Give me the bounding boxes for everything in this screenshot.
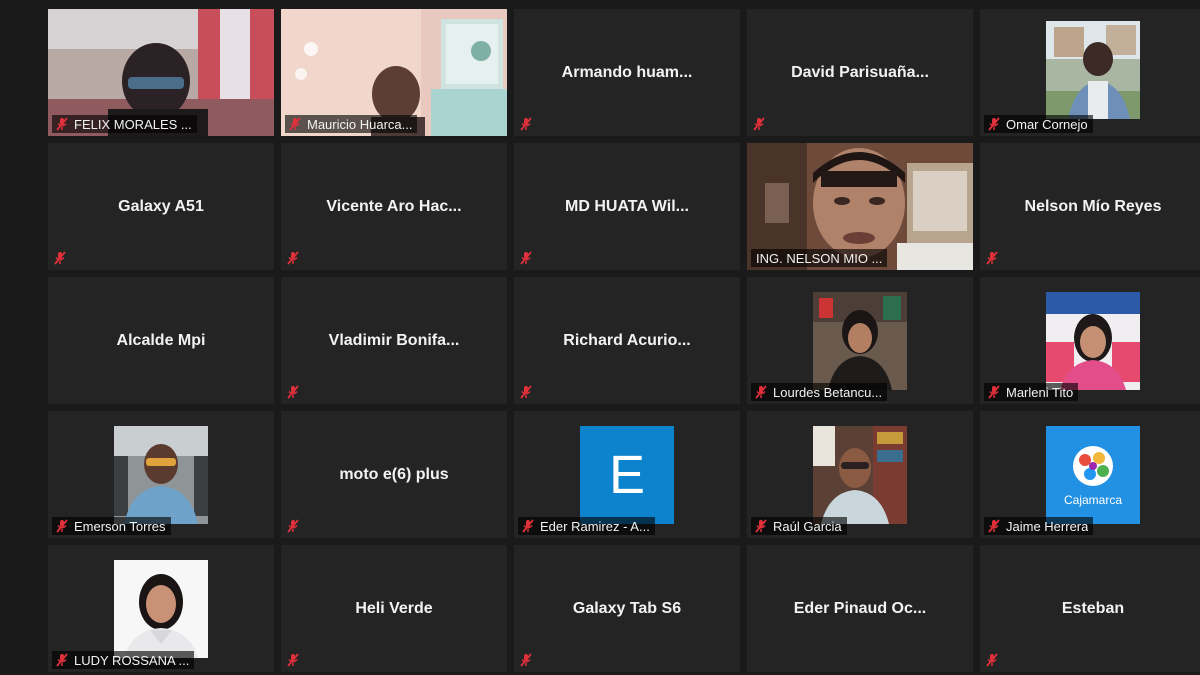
participant-tile[interactable]: Armando huam... (514, 9, 740, 136)
muted-microphone-icon (518, 384, 534, 400)
gallery-view: FELIX MORALES ... Mauricio Huarca... Arm (0, 0, 1200, 675)
profile-photo (114, 426, 208, 524)
participant-name: Raúl Garcia (773, 518, 842, 534)
participant-name: LUDY ROSSANA ... (74, 652, 190, 668)
participant-tile[interactable]: Eder Pinaud Oc... (747, 545, 973, 672)
participant-name-label: Omar Cornejo (984, 115, 1093, 133)
profile-photo (114, 560, 208, 658)
participant-display-name: Richard Acurio... (563, 331, 691, 349)
participant-display-name: Eder Pinaud Oc... (793, 599, 927, 617)
participant-name: Omar Cornejo (1006, 116, 1088, 132)
muted-microphone-icon (285, 250, 301, 266)
muted-microphone-icon (986, 518, 1002, 534)
participant-tile[interactable]: FELIX MORALES ... (48, 9, 274, 136)
participant-name: Mauricio Huarca... (307, 116, 413, 132)
muted-microphone-icon (753, 518, 769, 534)
participant-name-label: Emerson Torres (52, 517, 171, 535)
participant-name-label: Mauricio Huarca... (285, 115, 418, 133)
participant-display-name: Armando huam... (561, 63, 693, 81)
participant-tile[interactable]: Marleni Tito (980, 277, 1200, 404)
participant-display-name: Esteban (1061, 599, 1125, 617)
participant-name-label: Lourdes Betancu... (751, 383, 888, 401)
logo-text: Cajamarca (1063, 493, 1123, 507)
muted-microphone-icon (751, 116, 767, 132)
participant-tile[interactable]: Vicente Aro Hac... (281, 143, 507, 270)
participant-display-name: Nelson Mío Reyes (1024, 197, 1162, 215)
profile-logo: Cajamarca (1046, 426, 1140, 524)
profile-photo (1046, 21, 1140, 119)
participant-tile[interactable]: LUDY ROSSANA ... (48, 545, 274, 672)
cajamarca-logo-icon (1073, 446, 1113, 486)
participant-display-name: Vicente Aro Hac... (326, 197, 462, 215)
muted-microphone-icon (54, 652, 70, 668)
letter-avatar: E (580, 426, 674, 524)
participant-name: Marleni Tito (1006, 384, 1074, 400)
participant-name: ING. NELSON MIO ... (756, 250, 883, 266)
muted-microphone-icon (52, 250, 68, 266)
muted-microphone-icon (54, 518, 70, 534)
participant-display-name: Heli Verde (355, 599, 433, 617)
participant-tile[interactable]: Esteban (980, 545, 1200, 672)
participant-tile[interactable]: E Eder Ramirez - A... (514, 411, 740, 538)
profile-photo (1046, 292, 1140, 390)
participant-display-name: moto e(6) plus (339, 465, 449, 483)
muted-microphone-icon (518, 652, 534, 668)
participant-tile[interactable]: David Parisuaña... (747, 9, 973, 136)
participant-tile[interactable]: Nelson Mío Reyes (980, 143, 1200, 270)
participant-name: Jaime Herrera (1006, 518, 1089, 534)
participant-name: FELIX MORALES ... (74, 116, 192, 132)
muted-microphone-icon (984, 652, 1000, 668)
participant-tile[interactable]: Lourdes Betancu... (747, 277, 973, 404)
participant-tile[interactable]: Emerson Torres (48, 411, 274, 538)
muted-microphone-icon (984, 250, 1000, 266)
participant-name-label: Jaime Herrera (984, 517, 1094, 535)
participant-display-name: Galaxy Tab S6 (572, 599, 682, 617)
participant-display-name: David Parisuaña... (791, 63, 929, 81)
muted-microphone-icon (520, 518, 536, 534)
muted-microphone-icon (54, 116, 70, 132)
participant-tile[interactable]: MD HUATA Wil... (514, 143, 740, 270)
participant-name-label: Marleni Tito (984, 383, 1079, 401)
participant-tile[interactable]: Raúl Garcia (747, 411, 973, 538)
muted-microphone-icon (986, 384, 1002, 400)
participant-name-label: LUDY ROSSANA ... (52, 651, 195, 669)
participant-name-label: ING. NELSON MIO ... (751, 249, 888, 267)
participant-tile[interactable]: Vladimir Bonifa... (281, 277, 507, 404)
participant-name: Emerson Torres (74, 518, 166, 534)
participant-tile[interactable]: Galaxy A51 (48, 143, 274, 270)
participant-tile[interactable]: Mauricio Huarca... (281, 9, 507, 136)
participant-tile[interactable]: Heli Verde (281, 545, 507, 672)
participant-tile[interactable]: Alcalde Mpi (48, 277, 274, 404)
muted-microphone-icon (518, 250, 534, 266)
participant-display-name: MD HUATA Wil... (565, 197, 689, 215)
profile-photo (813, 292, 907, 390)
participant-display-name: Galaxy A51 (118, 197, 204, 215)
muted-microphone-icon (285, 384, 301, 400)
muted-microphone-icon (285, 518, 301, 534)
active-speaker-tile[interactable]: ING. NELSON MIO ... (747, 143, 973, 270)
muted-microphone-icon (287, 116, 303, 132)
participant-name: Lourdes Betancu... (773, 384, 883, 400)
participant-tile[interactable]: Cajamarca Jaime Herrera (980, 411, 1200, 538)
muted-microphone-icon (285, 652, 301, 668)
participant-display-name: Alcalde Mpi (116, 331, 206, 349)
participant-name-label: FELIX MORALES ... (52, 115, 197, 133)
muted-microphone-icon (518, 116, 534, 132)
participant-tile[interactable]: Omar Cornejo (980, 9, 1200, 136)
participant-tile[interactable]: Galaxy Tab S6 (514, 545, 740, 672)
participant-tile[interactable]: moto e(6) plus (281, 411, 507, 538)
muted-microphone-icon (753, 384, 769, 400)
participant-name: Eder Ramirez - A... (540, 518, 650, 534)
participant-display-name: Vladimir Bonifa... (328, 331, 460, 349)
profile-photo (813, 426, 907, 524)
participant-name-label: Raúl Garcia (751, 517, 847, 535)
participant-name-label: Eder Ramirez - A... (518, 517, 655, 535)
muted-microphone-icon (986, 116, 1002, 132)
participant-tile[interactable]: Richard Acurio... (514, 277, 740, 404)
